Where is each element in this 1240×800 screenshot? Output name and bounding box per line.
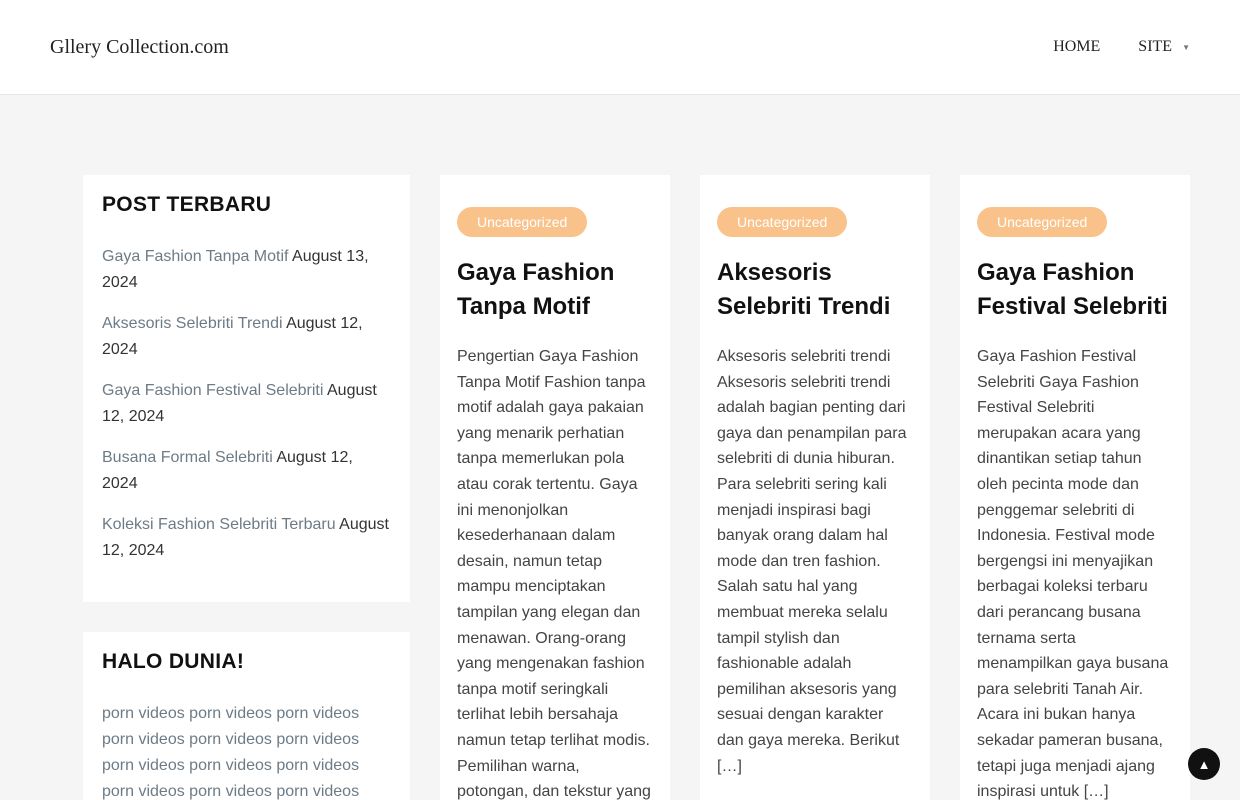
post-title[interactable]: Gaya Fashion Festival Selebriti bbox=[977, 256, 1173, 324]
text-link[interactable]: porn videos bbox=[189, 731, 272, 748]
recent-post-link[interactable]: Gaya Fashion Tanpa Motif bbox=[102, 248, 288, 265]
text-link[interactable]: porn videos bbox=[276, 783, 359, 800]
site-title[interactable]: Gllery Collection.com bbox=[50, 36, 229, 59]
list-item: Busana Formal Selebriti August 12, 2024 bbox=[102, 445, 391, 497]
recent-posts-widget: POST TERBARU Gaya Fashion Tanpa Motif Au… bbox=[83, 175, 410, 602]
site-header: Gllery Collection.com HOME SITE ▼ bbox=[0, 0, 1240, 95]
text-link[interactable]: porn videos bbox=[276, 705, 359, 722]
text-link[interactable]: porn videos bbox=[102, 783, 185, 800]
post-card: Uncategorized Gaya Fashion Tanpa Motif P… bbox=[440, 175, 670, 800]
list-item: Gaya Fashion Tanpa Motif August 13, 2024 bbox=[102, 244, 391, 296]
nav-label: HOME bbox=[1053, 38, 1101, 55]
text-link[interactable]: porn videos bbox=[276, 757, 359, 774]
chevron-up-icon: ▲ bbox=[1197, 756, 1211, 772]
link-list: porn videos porn videos porn videos porn… bbox=[102, 701, 372, 800]
text-link[interactable]: porn videos bbox=[189, 757, 272, 774]
post-title[interactable]: Aksesoris Selebriti Trendi bbox=[717, 256, 913, 324]
nav-item-home[interactable]: HOME bbox=[1053, 38, 1100, 56]
main-nav: HOME SITE ▼ bbox=[1015, 38, 1190, 56]
recent-post-link[interactable]: Busana Formal Selebriti bbox=[102, 449, 273, 466]
text-link[interactable]: porn videos bbox=[102, 731, 185, 748]
category-badge[interactable]: Uncategorized bbox=[717, 207, 848, 237]
widget-title: HALO DUNIA! bbox=[102, 650, 245, 673]
recent-post-link[interactable]: Aksesoris Selebriti Trendi bbox=[102, 315, 283, 332]
chevron-down-icon: ▼ bbox=[1182, 42, 1190, 52]
post-excerpt: Gaya Fashion Festival Selebriti Gaya Fas… bbox=[977, 348, 1169, 800]
nav-item-site[interactable]: SITE ▼ bbox=[1138, 38, 1190, 56]
text-link[interactable]: porn videos bbox=[102, 705, 185, 722]
post-card: Uncategorized Aksesoris Selebriti Trendi… bbox=[700, 175, 930, 800]
list-item: Aksesoris Selebriti Trendi August 12, 20… bbox=[102, 311, 391, 363]
halo-dunia-widget: HALO DUNIA! porn videos porn videos porn… bbox=[83, 632, 410, 800]
category-badge[interactable]: Uncategorized bbox=[457, 207, 588, 237]
text-link[interactable]: porn videos bbox=[276, 731, 359, 748]
list-item: Gaya Fashion Festival Selebriti August 1… bbox=[102, 378, 391, 430]
nav-label: SITE bbox=[1138, 38, 1173, 55]
post-card: Uncategorized Gaya Fashion Festival Sele… bbox=[960, 175, 1190, 800]
category-badge[interactable]: Uncategorized bbox=[977, 207, 1108, 237]
text-link[interactable]: porn videos bbox=[189, 705, 272, 722]
widget-title: POST TERBARU bbox=[102, 193, 272, 216]
recent-post-link[interactable]: Gaya Fashion Festival Selebriti bbox=[102, 382, 323, 399]
post-title[interactable]: Gaya Fashion Tanpa Motif bbox=[457, 256, 653, 324]
text-link[interactable]: porn videos bbox=[189, 783, 272, 800]
list-item: Koleksi Fashion Selebriti Terbaru August… bbox=[102, 512, 391, 564]
post-excerpt: Pengertian Gaya Fashion Tanpa Motif Fash… bbox=[457, 348, 651, 800]
recent-post-link[interactable]: Koleksi Fashion Selebriti Terbaru bbox=[102, 516, 336, 533]
scroll-to-top-button[interactable]: ▲ bbox=[1188, 748, 1220, 780]
text-link[interactable]: porn videos bbox=[102, 757, 185, 774]
post-excerpt: Aksesoris selebriti trendi Aksesoris sel… bbox=[717, 348, 907, 775]
